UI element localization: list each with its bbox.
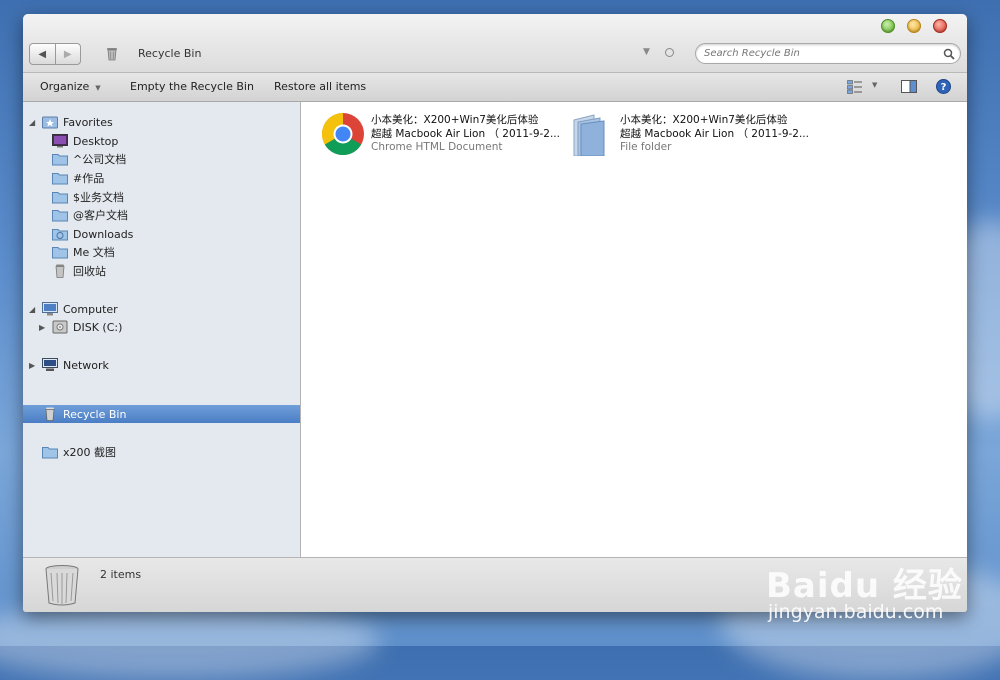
forward-button[interactable]: ▶ (55, 44, 81, 64)
collapsed-triangle-icon[interactable]: ▶ (29, 361, 35, 370)
back-arrow-icon: ◀ (38, 49, 46, 60)
file-list: 小本美化：X200+Win7美化后体验 超越 Macbook Air Lion … (301, 102, 967, 557)
folder-icon (52, 152, 68, 166)
sidebar-item-label: 回收站 (73, 263, 106, 279)
sidebar-item-x200-screenshots[interactable]: x200 截图 (23, 443, 300, 461)
watermark-logo: Baidu 经验 (766, 558, 963, 607)
expanded-triangle-icon[interactable]: ◢ (29, 305, 35, 314)
file-type: Chrome HTML Document (371, 141, 502, 153)
downloads-folder-icon (52, 227, 68, 241)
navigation-buttons: ◀ ▶ (29, 43, 81, 65)
view-dropdown-icon[interactable]: ▼ (872, 81, 877, 89)
sidebar-item-business-docs[interactable]: $业务文档 (23, 188, 300, 206)
organize-menu[interactable]: Organize ▼ (40, 80, 101, 93)
watermark-url: jingyan.baidu.com (768, 601, 943, 623)
trash-icon (43, 564, 81, 606)
sidebar-item-label: Recycle Bin (63, 408, 126, 421)
search-input[interactable] (695, 43, 961, 64)
sidebar-item-client-docs[interactable]: @客户文档 (23, 206, 300, 224)
sidebar-item-label: Me 文档 (73, 244, 115, 260)
sidebar-item-recycle-bin[interactable]: Recycle Bin (23, 405, 300, 423)
search-icon[interactable] (943, 48, 955, 60)
trash-icon (42, 407, 58, 421)
sidebar-item-my-docs[interactable]: Me 文档 (23, 243, 300, 261)
computer-icon (42, 302, 58, 316)
folder-icon (42, 445, 58, 459)
close-button[interactable] (933, 19, 947, 33)
sidebar-item-company-docs[interactable]: ^公司文档 (23, 150, 300, 168)
explorer-window: ◀ ▶ Recycle Bin ▼ Organize ▼ Empty the Re… (23, 14, 967, 612)
sidebar-item-label: x200 截图 (63, 444, 116, 460)
file-name-line1: 小本美化：X200+Win7美化后体验 (620, 113, 809, 127)
file-name-line2: 超越 Macbook Air Lion （ 2011-9-2... (371, 127, 560, 141)
chevron-down-icon: ▼ (95, 84, 100, 92)
file-item[interactable]: 小本美化：X200+Win7美化后体验 超越 Macbook Air Lion … (570, 112, 810, 160)
empty-recycle-bin-button[interactable]: Empty the Recycle Bin (130, 80, 254, 93)
organize-label: Organize (40, 80, 89, 93)
sidebar-item-desktop[interactable]: Desktop (23, 132, 300, 150)
minimize-button[interactable] (907, 19, 921, 33)
title-bar: ◀ ▶ Recycle Bin ▼ (23, 14, 967, 73)
restore-all-button[interactable]: Restore all items (274, 80, 366, 93)
address-dropdown-icon[interactable]: ▼ (643, 47, 650, 57)
network-icon (42, 358, 58, 372)
folder-icon (52, 245, 68, 259)
background-cloud (0, 600, 380, 680)
sidebar-item-label: Desktop (73, 135, 118, 148)
sidebar-item-label: DISK (C:) (73, 321, 122, 334)
sidebar-item-label: $业务文档 (73, 189, 124, 205)
forward-arrow-icon: ▶ (64, 49, 72, 60)
trash-icon (52, 264, 68, 278)
item-count: 2 items (100, 568, 141, 581)
window-title: Recycle Bin (138, 47, 201, 60)
sidebar-item-downloads[interactable]: Downloads (23, 225, 300, 243)
sidebar-group-network[interactable]: ▶ Network (23, 356, 300, 374)
folder-icon (52, 190, 68, 204)
sidebar-item-disk-c[interactable]: ▶ DISK (C:) (23, 318, 300, 336)
sidebar-item-label: #作品 (73, 170, 104, 186)
preview-pane-icon[interactable] (901, 80, 917, 93)
sidebar-item-label: Downloads (73, 228, 133, 241)
hard-disk-icon (52, 320, 68, 334)
view-options-icon[interactable] (847, 80, 863, 94)
sidebar-item-label: Computer (63, 303, 118, 316)
refresh-icon[interactable] (665, 48, 674, 57)
desktop-icon (52, 134, 68, 148)
command-toolbar: Organize ▼ Empty the Recycle Bin Restore … (23, 73, 967, 102)
navigation-pane: ◢ Favorites Desktop ^公司文档 #作品 $业务文档 @客户文… (23, 102, 301, 557)
expanded-triangle-icon[interactable]: ◢ (29, 118, 35, 127)
file-item[interactable]: 小本美化：X200+Win7美化后体验 超越 Macbook Air Lion … (321, 112, 561, 160)
folder-icon (52, 171, 68, 185)
collapsed-triangle-icon[interactable]: ▶ (39, 323, 45, 332)
file-name: 小本美化：X200+Win7美化后体验 超越 Macbook Air Lion … (620, 113, 809, 141)
sidebar-item-label: Favorites (63, 116, 113, 129)
sidebar-item-label: @客户文档 (73, 207, 128, 223)
file-type: File folder (620, 141, 671, 153)
file-name: 小本美化：X200+Win7美化后体验 超越 Macbook Air Lion … (371, 113, 560, 141)
sidebar-item-recycle-shortcut[interactable]: 回收站 (23, 262, 300, 280)
baidu-watermark: Baidu 经验 jingyan.baidu.com (760, 540, 980, 630)
folder-icon (52, 208, 68, 222)
sidebar-item-label: ^公司文档 (73, 151, 126, 167)
sidebar-group-computer[interactable]: ◢ Computer (23, 300, 300, 318)
sidebar-item-works[interactable]: #作品 (23, 169, 300, 187)
file-name-line1: 小本美化：X200+Win7美化后体验 (371, 113, 560, 127)
sidebar-group-favorites[interactable]: ◢ Favorites (23, 113, 300, 131)
back-button[interactable]: ◀ (30, 44, 55, 64)
help-icon[interactable]: ? (936, 79, 951, 94)
svg-text:?: ? (941, 82, 947, 93)
sidebar-item-label: Network (63, 359, 109, 372)
favorites-icon (42, 115, 58, 129)
folder-icon (570, 112, 614, 156)
file-name-line2: 超越 Macbook Air Lion （ 2011-9-2... (620, 127, 809, 141)
chrome-icon (321, 112, 365, 156)
maximize-button[interactable] (881, 19, 895, 33)
trash-icon (106, 47, 118, 61)
